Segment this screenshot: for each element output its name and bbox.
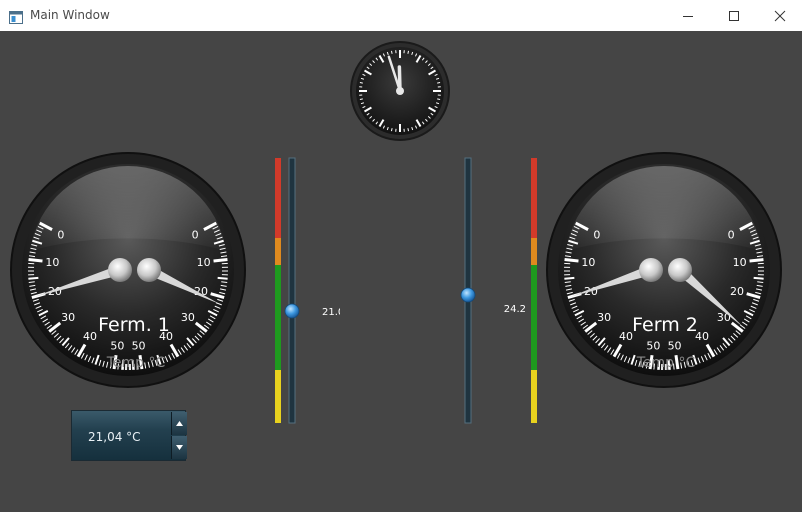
gauge-2-left-scale-label: 0 bbox=[593, 228, 600, 241]
gauge-1-right-scale-label: 30 bbox=[181, 311, 195, 324]
clock-tick bbox=[390, 50, 393, 54]
gauge-tick bbox=[753, 276, 764, 280]
clock-tick bbox=[407, 128, 410, 132]
clock-tick bbox=[390, 128, 393, 132]
gauge-2-title: Ferm 2 bbox=[632, 314, 698, 336]
gauge-2-right-scale-label: 20 bbox=[730, 285, 744, 298]
gauge-1-left-scale-label: 0 bbox=[57, 228, 64, 241]
close-icon bbox=[774, 10, 786, 22]
minimize-button[interactable] bbox=[664, 0, 710, 31]
gauge-2-left-hub bbox=[639, 258, 663, 282]
arrow-up-icon bbox=[176, 421, 183, 426]
analog-clock bbox=[350, 41, 450, 141]
gauge-1-unit-label: Temp °C bbox=[106, 355, 166, 371]
slider-1-handle[interactable] bbox=[284, 303, 300, 319]
gauge-2-left-scale-label: 40 bbox=[619, 330, 633, 343]
gauge-tick bbox=[217, 276, 228, 280]
gauge-ferm-2: 0 10 20 30 40 50 0 10 20 30 40 50 Ferm 2… bbox=[546, 152, 782, 388]
gauge-2-left-scale-label: 10 bbox=[581, 256, 595, 269]
level-bar-left bbox=[275, 158, 281, 423]
gauge-1-right-scale-label: 50 bbox=[132, 339, 146, 352]
gauge-tick bbox=[564, 276, 575, 280]
gauge-tick bbox=[564, 258, 579, 263]
gauge-1-right-hub bbox=[137, 258, 161, 282]
window-title: Main Window bbox=[30, 8, 110, 22]
temperature-spinbox[interactable]: 21,04 °C bbox=[71, 410, 187, 461]
gauge-2-right-hub bbox=[668, 258, 692, 282]
gauge-1-left-scale-label: 50 bbox=[110, 339, 124, 352]
gauge-2-left-scale-label: 50 bbox=[646, 339, 660, 352]
close-button[interactable] bbox=[756, 0, 802, 31]
gauge-1-left-scale-label: 30 bbox=[61, 311, 75, 324]
main-content: 0 10 20 30 40 50 0 10 20 30 40 50 Ferm. … bbox=[0, 31, 802, 512]
gauge-2-unit-label: Temp °C bbox=[636, 355, 696, 371]
gauge-tick bbox=[28, 276, 39, 280]
clock-tick bbox=[407, 50, 410, 54]
gauge-1-title: Ferm. 1 bbox=[98, 314, 170, 336]
gauge-1-left-scale-label: 40 bbox=[83, 330, 97, 343]
gauge-tick bbox=[213, 258, 228, 263]
gauge-1-left-hub bbox=[108, 258, 132, 282]
clock-tick bbox=[437, 98, 441, 101]
gauge-2-right-scale-label: 10 bbox=[733, 256, 747, 269]
gauge-2-right-scale-label: 50 bbox=[668, 339, 682, 352]
gauge-2-left-scale-label: 30 bbox=[597, 311, 611, 324]
gauge-1-left-scale-label: 10 bbox=[45, 256, 59, 269]
temperature-slider-2[interactable]: 24.2 bbox=[460, 157, 526, 424]
clock-tick bbox=[437, 81, 441, 84]
maximize-icon bbox=[729, 11, 739, 21]
maximize-button[interactable] bbox=[710, 0, 756, 31]
title-bar: Main Window bbox=[0, 0, 802, 32]
gauge-1-right-scale-label: 10 bbox=[197, 256, 211, 269]
slider-2-value-label: 24.2 bbox=[504, 304, 526, 315]
gauge-tick bbox=[28, 258, 43, 263]
spinbox-value[interactable]: 21,04 °C bbox=[88, 430, 141, 444]
gauge-tick bbox=[749, 258, 764, 263]
spinbox-down-button[interactable] bbox=[171, 436, 187, 459]
slider-1-track[interactable] bbox=[288, 157, 296, 424]
gauge-ferm-1: 0 10 20 30 40 50 0 10 20 30 40 50 Ferm. … bbox=[10, 152, 246, 388]
clock-tick bbox=[359, 81, 363, 84]
clock-center bbox=[396, 87, 404, 95]
spinbox-up-button[interactable] bbox=[171, 412, 187, 435]
clock-tick bbox=[359, 98, 363, 101]
arrow-down-icon bbox=[176, 445, 183, 450]
gauge-2-right-scale-label: 0 bbox=[728, 228, 735, 241]
level-bar-right bbox=[531, 158, 537, 423]
app-icon bbox=[9, 9, 23, 28]
gauge-1-right-scale-label: 0 bbox=[192, 228, 199, 241]
minimize-icon bbox=[683, 16, 693, 17]
temperature-slider-1[interactable]: 21.0 bbox=[284, 157, 360, 424]
slider-2-handle[interactable] bbox=[460, 287, 476, 303]
